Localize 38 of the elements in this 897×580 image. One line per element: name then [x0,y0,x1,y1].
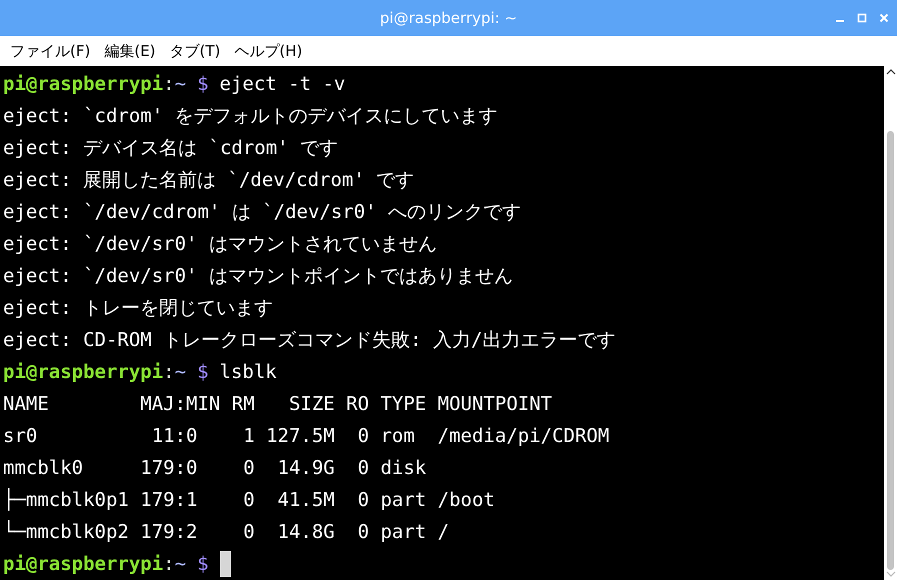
output-line: eject: CD-ROM トレークローズコマンド失敗: 入力/出力エラーです [3,328,616,353]
prompt-user: pi@raspberrypi [3,72,164,97]
scrollbar[interactable] [884,66,897,580]
prompt-user: pi@raspberrypi [3,360,164,385]
output-line: eject: `cdrom' をデフォルトのデバイスにしています [3,104,499,129]
menu-item[interactable]: タブ(T) [170,40,220,62]
prompt-separator: : [163,72,175,97]
prompt-symbol: $ [197,72,209,97]
output-line: eject: `/dev/sr0' はマウントポイントではありません [3,264,514,289]
menu-item[interactable]: ファイル(F) [10,40,90,62]
scroll-up-icon[interactable] [886,68,896,76]
output-line: sr0 11:0 1 127.5M 0 rom /media/pi/CDROM [3,424,610,449]
output-line: eject: 展開した名前は `/dev/cdrom' です [3,168,416,193]
output-line: NAME MAJ:MIN RM SIZE RO TYPE MOUNTPOINT [3,392,554,417]
output-line: eject: `/dev/cdrom' は `/dev/sr0' へのリンクです [3,200,522,225]
window-title: pi@raspberrypi: ~ [380,8,518,29]
prompt-symbol: $ [197,360,209,385]
output-line: └─mmcblk0p2 179:2 0 14.8G 0 part / [3,519,450,545]
menu-item[interactable]: 編集(E) [104,40,156,62]
prompt-separator: : [163,360,175,385]
prompt-separator: : [163,552,175,577]
maximize-icon[interactable] [857,13,867,23]
prompt-user: pi@raspberrypi [3,552,164,577]
output-line: mmcblk0 179:0 0 14.9G 0 disk [3,456,428,481]
command-text: eject -t -v [220,72,346,97]
prompt-path: ~ [174,360,186,385]
output-line: ├─mmcblk0p1 179:1 0 41.5M 0 part /boot [3,487,496,513]
prompt-path: ~ [174,552,186,577]
output-line: eject: トレーを閉じています [3,296,274,321]
output-line: eject: `/dev/sr0' はマウントされていません [3,232,438,257]
prompt-symbol: $ [197,552,209,577]
scroll-down-icon[interactable] [886,570,896,578]
close-icon[interactable] [879,13,889,23]
menu-item[interactable]: ヘルプ(H) [234,40,302,62]
scrollbar-thumb[interactable] [887,131,894,570]
output-line: eject: デバイス名は `cdrom' です [3,136,340,161]
prompt-path: ~ [174,72,186,97]
command-text: lsblk [220,360,277,385]
